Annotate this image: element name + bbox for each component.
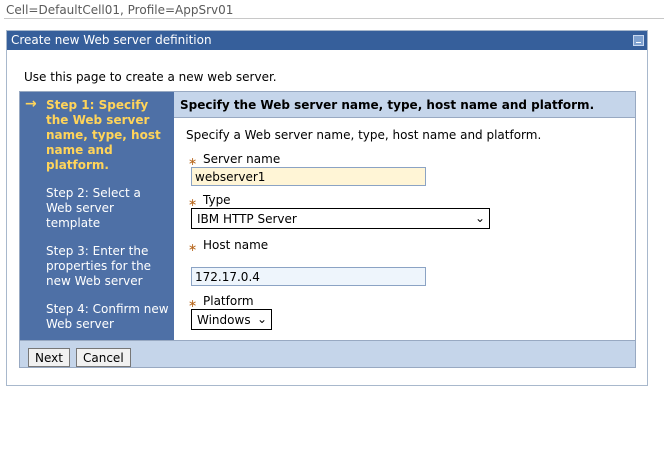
step-4[interactable]: Step 4: Confirm new Web server bbox=[46, 302, 170, 332]
step-description: Specify a Web server name, type, host na… bbox=[186, 128, 542, 142]
step-title-bar: Specify the Web server name, type, host … bbox=[174, 92, 635, 118]
panel-header: Create new Web server definition bbox=[7, 31, 647, 50]
chevron-down-icon: ⌄ bbox=[256, 312, 267, 326]
step-2[interactable]: Step 2: Select a Web server template bbox=[46, 186, 170, 231]
required-marker: ∗ bbox=[188, 241, 198, 254]
type-label: Type bbox=[203, 193, 231, 207]
platform-label: Platform bbox=[203, 294, 254, 308]
step-3[interactable]: Step 3: Enter the properties for the new… bbox=[46, 244, 170, 289]
step-1: Step 1: Specify the Web server name, typ… bbox=[46, 98, 161, 172]
context-divider bbox=[4, 18, 664, 19]
step-title: Specify the Web server name, type, host … bbox=[180, 98, 595, 112]
cancel-button[interactable]: Cancel bbox=[76, 348, 131, 367]
platform-select-value: Windows bbox=[197, 313, 251, 327]
wizard: → Step 1: Specify the Web server name, t… bbox=[19, 91, 636, 368]
host-name-input[interactable] bbox=[191, 267, 426, 286]
type-select[interactable]: IBM HTTP Server ⌄ bbox=[191, 208, 490, 229]
server-name-label: Server name bbox=[203, 152, 281, 166]
type-select-value: IBM HTTP Server bbox=[197, 212, 297, 226]
panel-title: Create new Web server definition bbox=[11, 33, 212, 47]
cell-profile-context: Cell=DefaultCell01, Profile=AppSrv01 bbox=[6, 3, 234, 17]
server-name-input[interactable] bbox=[191, 167, 426, 186]
next-button[interactable]: Next bbox=[28, 348, 70, 367]
minus-icon[interactable] bbox=[633, 35, 644, 46]
button-bar: Next Cancel bbox=[20, 340, 635, 367]
host-name-label: Host name bbox=[203, 238, 269, 252]
create-webserver-panel: Create new Web server definition Use thi… bbox=[6, 30, 648, 386]
arrow-right-icon: → bbox=[25, 96, 37, 112]
wizard-steps: → Step 1: Specify the Web server name, t… bbox=[20, 92, 174, 340]
platform-select[interactable]: Windows ⌄ bbox=[191, 309, 272, 330]
chevron-down-icon: ⌄ bbox=[474, 211, 485, 225]
page-intro: Use this page to create a new web server… bbox=[24, 70, 277, 84]
